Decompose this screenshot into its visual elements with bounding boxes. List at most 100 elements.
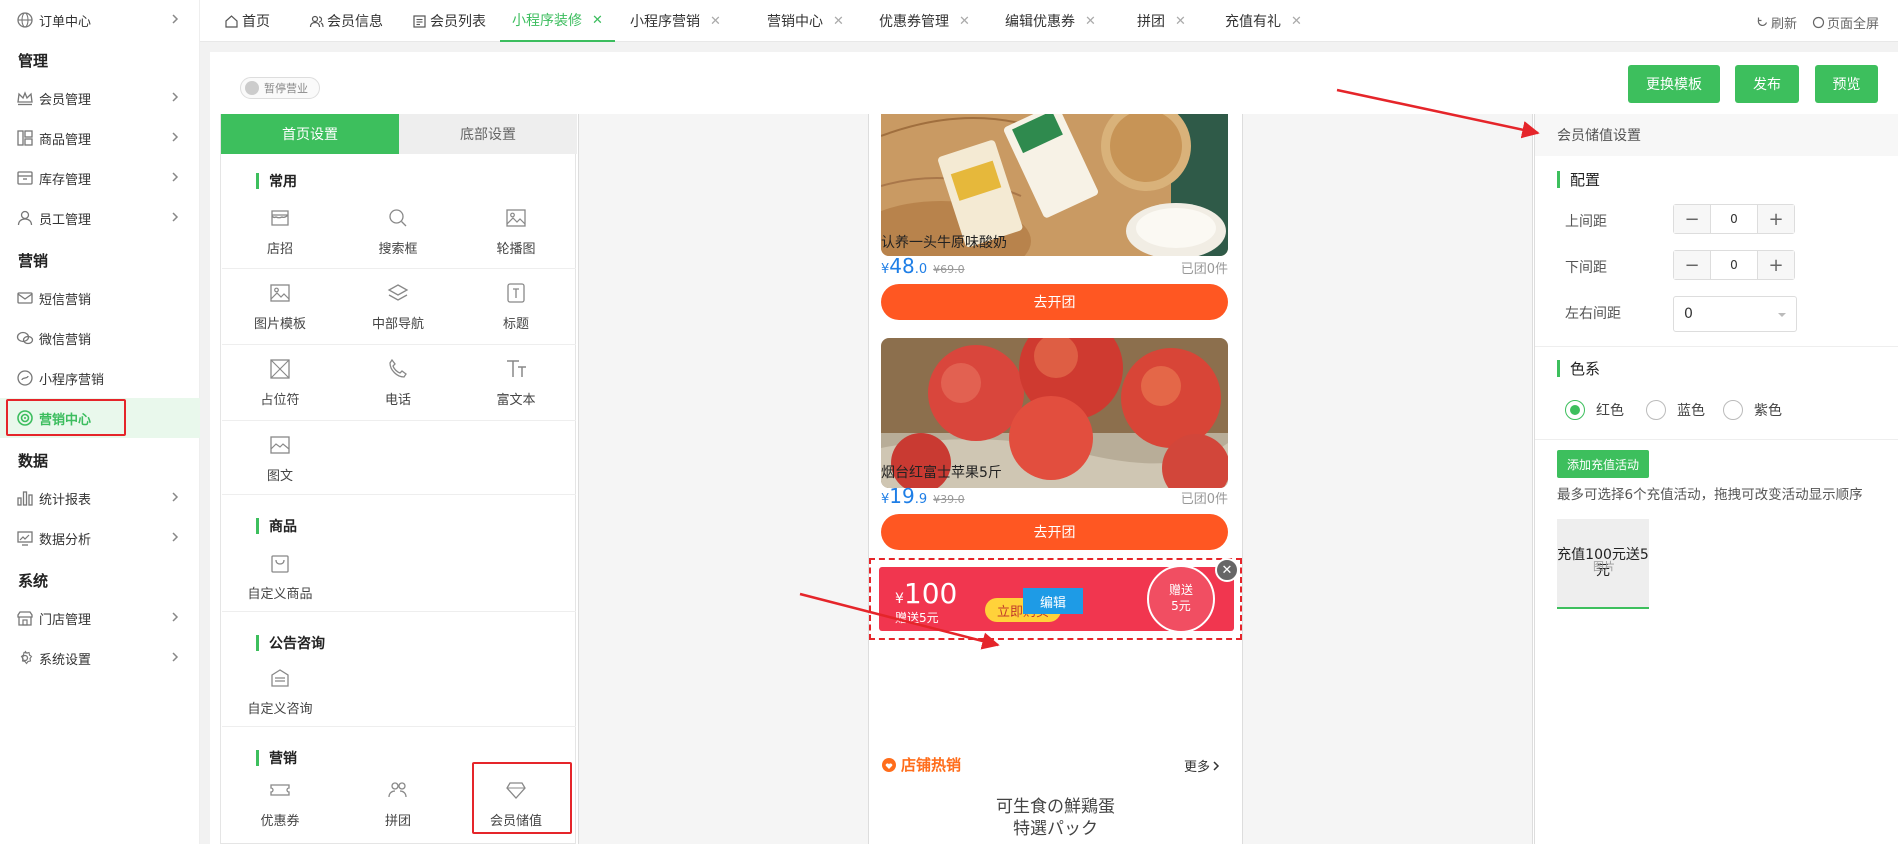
component-image-text[interactable]: 图文 bbox=[221, 421, 339, 493]
component-image-template[interactable]: 图片模板 bbox=[221, 269, 339, 341]
product-name: 烟台红富士苹果5斤 bbox=[881, 465, 1002, 481]
edit-button[interactable]: 编辑 bbox=[1023, 588, 1083, 614]
price-original: ¥39.0 bbox=[933, 493, 965, 506]
hot-section-title: 店铺热销 bbox=[881, 754, 961, 775]
recharge-card[interactable]: ¥ 100 赠送5元 立即购买 编辑 赠送 5元 bbox=[879, 567, 1234, 631]
tab-edit-coupon[interactable]: 编辑优惠券 ✕ bbox=[1005, 0, 1096, 42]
tab-member-list[interactable]: 会员列表 bbox=[412, 0, 486, 42]
increment-button[interactable]: + bbox=[1758, 251, 1794, 279]
component-phone[interactable]: 电话 bbox=[339, 345, 457, 417]
divider bbox=[222, 611, 576, 612]
price-currency: ¥ bbox=[881, 262, 890, 277]
remove-component-icon[interactable]: ✕ bbox=[1215, 558, 1239, 582]
close-icon[interactable]: ✕ bbox=[959, 14, 970, 29]
tab-recharge-gift[interactable]: 充值有礼 ✕ bbox=[1225, 0, 1302, 42]
phone-icon bbox=[389, 358, 407, 378]
sidebar-item-stat-report[interactable]: 统计报表 bbox=[0, 478, 200, 518]
close-icon[interactable]: ✕ bbox=[1175, 14, 1186, 29]
side-margin-select[interactable]: 0 bbox=[1673, 296, 1797, 332]
sidebar-item-member-manage[interactable]: 会员管理 bbox=[0, 78, 200, 118]
group-title-data: 数据 bbox=[18, 452, 49, 470]
publish-button[interactable]: 发布 bbox=[1735, 65, 1799, 103]
stepper-value[interactable]: 0 bbox=[1710, 205, 1758, 233]
sidebar-item-label: 订单中心 bbox=[39, 14, 92, 30]
fullscreen-button[interactable]: 页面全屏 bbox=[1812, 13, 1879, 32]
tab-bottom-settings[interactable]: 底部设置 bbox=[399, 114, 577, 154]
start-group-button[interactable]: 去开团 bbox=[881, 514, 1228, 550]
phone-preview: 认养一头牛原味酸奶 ¥ 48 .0 ¥69.0 已团0件 去开团 烟台红富士苹果… bbox=[868, 114, 1243, 844]
close-icon[interactable]: ✕ bbox=[710, 14, 721, 29]
preview-button[interactable]: 预览 bbox=[1815, 65, 1878, 103]
decrement-button[interactable]: − bbox=[1674, 251, 1710, 279]
close-icon[interactable]: ✕ bbox=[1291, 14, 1302, 29]
decrement-button[interactable]: − bbox=[1674, 205, 1710, 233]
start-group-button[interactable]: 去开团 bbox=[881, 284, 1228, 320]
color-radio-red[interactable]: 红色 bbox=[1565, 400, 1624, 420]
sidebar-item-goods-manage[interactable]: 商品管理 bbox=[0, 118, 200, 158]
component-custom-notice[interactable]: 自定义咨询 bbox=[221, 654, 339, 726]
color-radio-blue[interactable]: 蓝色 bbox=[1646, 400, 1705, 420]
sidebar-item-label: 会员管理 bbox=[39, 92, 92, 108]
more-link[interactable]: 更多 bbox=[1184, 756, 1222, 775]
sidebar-item-data-analysis[interactable]: 数据分析 bbox=[0, 518, 200, 558]
tab-home[interactable]: 首页 bbox=[224, 0, 270, 42]
users-icon bbox=[388, 782, 407, 798]
sidebar-item-wechat-marketing[interactable]: 微信营销 bbox=[0, 318, 200, 358]
radio-label: 蓝色 bbox=[1677, 403, 1705, 419]
bottom-margin-stepper: − 0 + bbox=[1673, 250, 1795, 280]
fullscreen-icon bbox=[1812, 16, 1825, 29]
tab-home-settings[interactable]: 首页设置 bbox=[221, 114, 399, 154]
component-rich-text[interactable]: 富文本 bbox=[457, 345, 575, 417]
section-title-goods: 商品 bbox=[256, 516, 297, 536]
component-custom-goods[interactable]: 自定义商品 bbox=[221, 539, 339, 611]
sidebar: 订单中心 管理 会员管理 商品管理 库存管理 员工管理 营销 短信营销 微信营销… bbox=[0, 0, 200, 844]
tab-coupon-manage[interactable]: 优惠券管理 ✕ bbox=[879, 0, 970, 42]
component-label: 店招 bbox=[266, 242, 293, 257]
status-toggle[interactable]: 暂停营业 bbox=[240, 77, 320, 99]
rich-text-icon bbox=[507, 360, 526, 377]
component-placeholder[interactable]: 占位符 bbox=[221, 345, 339, 417]
component-coupon[interactable]: 优惠券 bbox=[221, 766, 339, 838]
close-icon[interactable]: ✕ bbox=[833, 14, 844, 29]
sidebar-item-system-settings[interactable]: 系统设置 bbox=[0, 638, 200, 678]
tab-miniprogram-marketing[interactable]: 小程序营销 ✕ bbox=[630, 0, 721, 42]
refresh-label: 刷新 bbox=[1771, 17, 1798, 32]
radio-label: 紫色 bbox=[1754, 403, 1782, 419]
gift-badge-bottom: 5元 bbox=[1171, 599, 1191, 613]
hint-text: 最多可选择6个充值活动，拖拽可改变活动显示顺序 bbox=[1557, 487, 1863, 503]
component-group-buy[interactable]: 拼团 bbox=[339, 766, 457, 838]
component-middle-nav[interactable]: 中部导航 bbox=[339, 269, 457, 341]
sidebar-item-store-manage[interactable]: 门店管理 bbox=[0, 598, 200, 638]
refresh-button[interactable]: 刷新 bbox=[1756, 13, 1797, 32]
sidebar-item-staff-manage[interactable]: 员工管理 bbox=[0, 198, 200, 238]
select-value: 0 bbox=[1684, 306, 1693, 322]
component-label: 标题 bbox=[502, 317, 529, 332]
store-icon bbox=[17, 611, 33, 626]
close-icon[interactable]: ✕ bbox=[1085, 14, 1096, 29]
component-search-box[interactable]: 搜索框 bbox=[339, 194, 457, 266]
tab-miniprogram-decorate[interactable]: 小程序装修 ✕ bbox=[500, 0, 615, 42]
gear-icon bbox=[20, 650, 33, 665]
tab-group-buy[interactable]: 拼团 ✕ bbox=[1137, 0, 1186, 42]
sidebar-item-miniprogram-marketing[interactable]: 小程序营销 bbox=[0, 358, 200, 398]
title-icon bbox=[507, 283, 525, 303]
component-shop-sign[interactable]: 店招 bbox=[221, 194, 339, 266]
change-template-button[interactable]: 更换模板 bbox=[1628, 65, 1720, 103]
component-title[interactable]: 标题 bbox=[457, 269, 575, 341]
close-icon[interactable]: ✕ bbox=[592, 13, 603, 28]
increment-button[interactable]: + bbox=[1758, 205, 1794, 233]
image-placeholder-label: 图片 bbox=[1593, 560, 1615, 573]
sidebar-item-marketing-center[interactable]: 营销中心 bbox=[0, 398, 200, 438]
config-section-title: 配置 bbox=[1557, 169, 1600, 190]
component-member-recharge[interactable]: 会员储值 bbox=[457, 766, 575, 838]
sidebar-item-order-center[interactable]: 订单中心 bbox=[0, 0, 200, 40]
sidebar-item-stock-manage[interactable]: 库存管理 bbox=[0, 158, 200, 198]
tab-member-info[interactable]: 会员信息 bbox=[309, 0, 383, 42]
sidebar-item-sms-marketing[interactable]: 短信营销 bbox=[0, 278, 200, 318]
color-radio-purple[interactable]: 紫色 bbox=[1723, 400, 1782, 420]
tab-marketing-center[interactable]: 营销中心 ✕ bbox=[767, 0, 844, 42]
component-carousel[interactable]: 轮播图 bbox=[457, 194, 575, 266]
stepper-value[interactable]: 0 bbox=[1710, 251, 1758, 279]
recharge-activity-card[interactable]: 充值100元送5元 图片 bbox=[1557, 519, 1649, 609]
add-recharge-button[interactable]: 添加充值活动 bbox=[1557, 450, 1649, 478]
